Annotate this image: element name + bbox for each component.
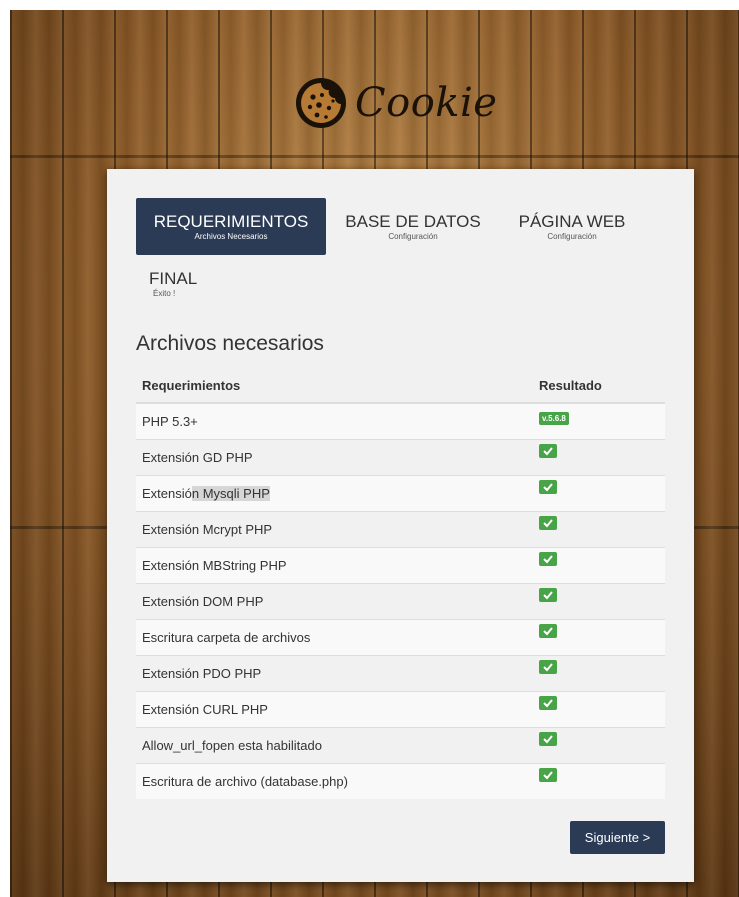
table-row: Extensión GD PHP: [136, 439, 665, 476]
requirement-cell: Extensión Mysqli PHP: [136, 475, 539, 512]
check-icon: [539, 732, 557, 746]
table-row: Extensión Mysqli PHP: [136, 475, 665, 512]
result-cell: [539, 439, 665, 476]
step-subtitle: Éxito !: [153, 289, 176, 298]
check-icon: [539, 552, 557, 566]
requirement-cell: Escritura carpeta de archivos: [136, 619, 539, 656]
requirement-cell: PHP 5.3+: [136, 402, 539, 440]
installer-card: REQUERIMIENTOS Archivos Necesarios BASE …: [107, 169, 694, 882]
table-row: Escritura carpeta de archivos: [136, 619, 665, 656]
brand-name: Cookie: [355, 80, 498, 126]
table-row: Extensión PDO PHP: [136, 655, 665, 692]
cookie-icon: [295, 77, 347, 129]
check-icon: [539, 660, 557, 674]
result-cell: [539, 547, 665, 584]
requirements-table: Requerimientos Resultado PHP 5.3+ v.5.6.…: [136, 369, 665, 799]
selected-text: n Mysqli PHP: [191, 486, 270, 501]
requirement-cell: Extensión CURL PHP: [136, 691, 539, 728]
table-row: Allow_url_fopen esta habilitado: [136, 727, 665, 764]
step-subtitle: Archivos Necesarios: [194, 232, 268, 241]
wood-background: Cookie REQUERIMIENTOS Archivos Necesario…: [10, 10, 739, 897]
result-cell: [539, 727, 665, 764]
table-row: Extensión DOM PHP: [136, 583, 665, 620]
requirement-cell: Escritura de archivo (database.php): [136, 763, 539, 799]
table-row: PHP 5.3+ v.5.6.8: [136, 402, 665, 440]
step-requerimientos[interactable]: REQUERIMIENTOS Archivos Necesarios: [136, 198, 326, 255]
result-cell: [539, 583, 665, 620]
result-cell: v.5.6.8: [539, 402, 665, 440]
step-title: FINAL: [149, 269, 198, 288]
requirement-cell: Extensión GD PHP: [136, 439, 539, 476]
result-cell: [539, 619, 665, 656]
requirement-cell: Extensión MBString PHP: [136, 547, 539, 584]
result-cell: [539, 655, 665, 692]
check-icon: [539, 696, 557, 710]
result-cell: [539, 475, 665, 512]
result-cell: [539, 691, 665, 728]
requirement-text-part: Extensió: [142, 486, 192, 501]
step-pagina-web[interactable]: PÁGINA WEB Configuración: [512, 212, 632, 242]
table-row: Extensión Mcrypt PHP: [136, 511, 665, 548]
step-base-de-datos[interactable]: BASE DE DATOS Configuración: [342, 212, 484, 242]
requirement-cell: Extensión Mcrypt PHP: [136, 511, 539, 548]
next-button[interactable]: Siguiente >: [570, 821, 665, 854]
header-requerimientos: Requerimientos: [136, 369, 539, 404]
requirement-cell: Extensión DOM PHP: [136, 583, 539, 620]
logo: Cookie: [295, 75, 497, 131]
table-header-row: Requerimientos Resultado: [136, 369, 665, 404]
requirement-cell: Allow_url_fopen esta habilitado: [136, 727, 539, 764]
step-title: PÁGINA WEB: [518, 212, 626, 231]
check-icon: [539, 444, 557, 458]
result-cell: [539, 511, 665, 548]
table-row: Escritura de archivo (database.php): [136, 763, 665, 799]
step-title: REQUERIMIENTOS: [153, 212, 309, 231]
version-badge: v.5.6.8: [539, 411, 569, 425]
check-icon: [539, 624, 557, 638]
result-cell: [539, 763, 665, 799]
check-icon: [539, 588, 557, 602]
requirement-cell: Extensión PDO PHP: [136, 655, 539, 692]
check-icon: [539, 516, 557, 530]
step-title: BASE DE DATOS: [345, 212, 481, 231]
check-icon: [539, 768, 557, 782]
section-title: Archivos necesarios: [136, 332, 324, 355]
step-subtitle: Configuración: [547, 232, 597, 241]
table-row: Extensión CURL PHP: [136, 691, 665, 728]
table-row: Extensión MBString PHP: [136, 547, 665, 584]
header-resultado: Resultado: [539, 369, 665, 404]
step-subtitle: Configuración: [388, 232, 438, 241]
step-final[interactable]: FINAL Éxito !: [149, 269, 219, 299]
check-icon: [539, 480, 557, 494]
